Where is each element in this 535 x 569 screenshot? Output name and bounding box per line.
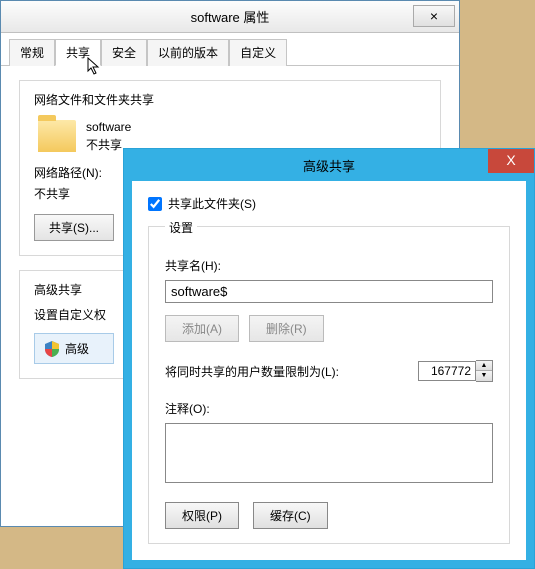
comment-textarea[interactable] [165,423,493,483]
add-remove-row: 添加(A) 删除(R) [165,315,493,342]
share-name-input[interactable] [165,280,493,303]
folder-icon [38,120,76,152]
user-limit-spinner: ▲ ▼ [418,360,493,382]
settings-group-label: 设置 [165,219,197,236]
share-folder-checkbox[interactable] [148,197,162,211]
network-sharing-label: 网络文件和文件夹共享 [34,91,426,108]
permissions-button[interactable]: 权限(P) [165,502,239,529]
user-limit-row: 将同时共享的用户数量限制为(L): ▲ ▼ [165,360,493,382]
cursor-icon [87,57,103,80]
spinner-up-icon[interactable]: ▲ [476,361,492,371]
tab-previous-versions[interactable]: 以前的版本 [147,39,229,66]
comment-label: 注释(O): [165,400,493,417]
folder-name: software [86,118,131,136]
advanced-titlebar[interactable]: 高级共享 X [124,149,534,181]
tab-strip: 常规 共享 安全 以前的版本 自定义 [1,33,459,66]
share-name-label: 共享名(H): [165,257,493,274]
user-limit-label: 将同时共享的用户数量限制为(L): [165,363,339,380]
advanced-sharing-button[interactable]: 高级 [34,333,114,364]
shield-icon [45,341,59,357]
advanced-sharing-dialog: 高级共享 X 共享此文件夹(S) 设置 共享名(H): 添加(A) 删除(R) … [123,148,535,569]
share-button[interactable]: 共享(S)... [34,214,114,241]
advanced-content: 共享此文件夹(S) 设置 共享名(H): 添加(A) 删除(R) 将同时共享的用… [132,181,526,560]
share-checkbox-row: 共享此文件夹(S) [148,195,510,212]
cache-button[interactable]: 缓存(C) [253,502,328,529]
add-button[interactable]: 添加(A) [165,315,239,342]
close-icon[interactable]: × [413,5,455,27]
properties-titlebar[interactable]: software 属性 × [1,1,459,33]
user-limit-input[interactable] [418,361,476,381]
spinner-down-icon[interactable]: ▼ [476,371,492,381]
properties-title: software 属性 [1,7,459,26]
advanced-title: 高级共享 [124,156,534,175]
tab-customize[interactable]: 自定义 [229,39,287,66]
share-checkbox-label: 共享此文件夹(S) [168,195,256,212]
tab-general[interactable]: 常规 [9,39,55,66]
tab-security[interactable]: 安全 [101,39,147,66]
close-icon[interactable]: X [488,149,534,173]
advanced-button-label: 高级 [65,340,89,357]
remove-button[interactable]: 删除(R) [249,315,324,342]
bottom-button-row: 权限(P) 缓存(C) [165,502,493,529]
settings-group: 设置 共享名(H): 添加(A) 删除(R) 将同时共享的用户数量限制为(L):… [148,226,510,544]
spinner-buttons: ▲ ▼ [476,360,493,382]
